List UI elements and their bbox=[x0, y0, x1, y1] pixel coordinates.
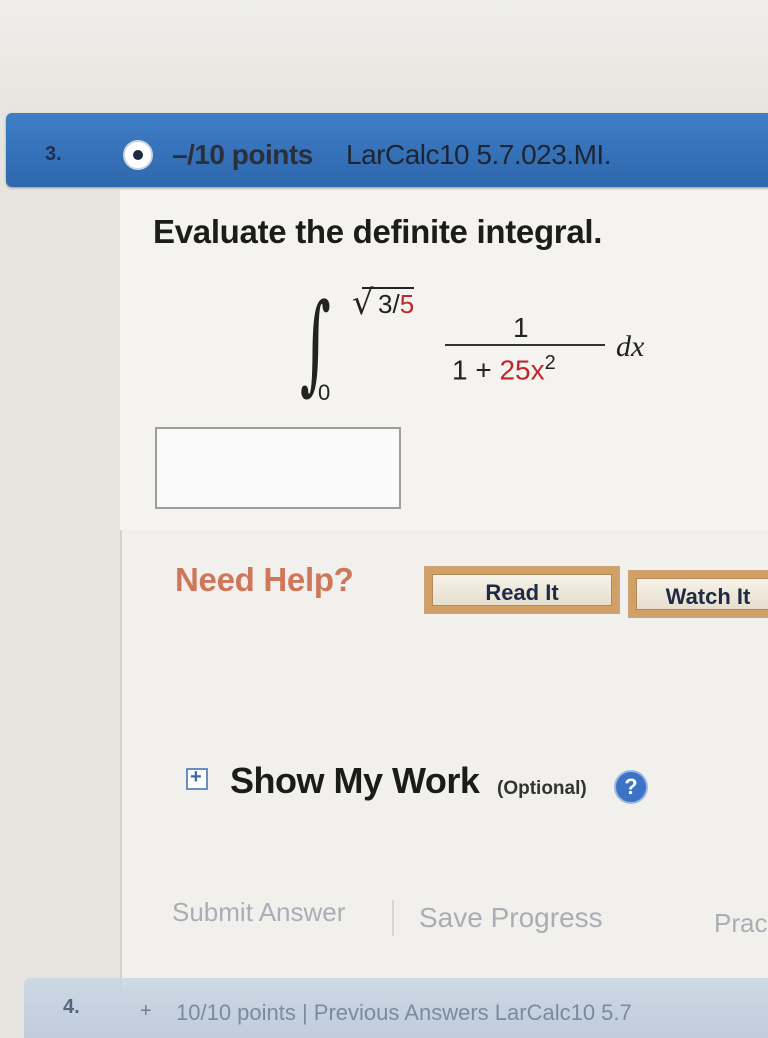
help-question-icon[interactable]: ? bbox=[614, 770, 648, 804]
watch-it-button[interactable]: Watch It bbox=[628, 570, 768, 618]
read-it-button[interactable]: Read It bbox=[424, 566, 620, 614]
next-question-number: 4. bbox=[63, 996, 80, 1018]
save-progress-button[interactable]: Save Progress bbox=[419, 902, 603, 934]
fraction-bar bbox=[445, 344, 605, 346]
optional-label: (Optional) bbox=[497, 778, 587, 799]
differential: dx bbox=[616, 330, 645, 363]
expand-plus-icon[interactable] bbox=[186, 766, 208, 790]
lower-limit: 0 bbox=[318, 380, 331, 405]
upper-limit: √ 3/5 bbox=[352, 283, 415, 323]
question-reference: LarCalc10 5.7.023.MI. bbox=[346, 139, 612, 170]
submit-answer-button[interactable]: Submit Answer bbox=[172, 897, 345, 928]
need-help-label: Need Help? bbox=[175, 561, 354, 598]
radical-icon: √ bbox=[352, 283, 374, 323]
practice-button[interactable]: Prac bbox=[714, 908, 767, 939]
fraction-numerator: 1 bbox=[513, 312, 529, 343]
question-points: –/10 points bbox=[172, 139, 313, 170]
fraction-denominator: 1 + 25x2 bbox=[452, 352, 556, 386]
page-background bbox=[0, 0, 768, 112]
divider bbox=[392, 900, 394, 936]
expand-circle-icon[interactable] bbox=[123, 140, 153, 170]
next-expand-icon[interactable]: + bbox=[140, 1000, 152, 1023]
question-number: 3. bbox=[45, 143, 62, 165]
next-question-summary: 10/10 points | Previous Answers LarCalc1… bbox=[176, 1000, 632, 1025]
answer-input[interactable] bbox=[155, 427, 401, 509]
show-my-work-title: Show My Work bbox=[230, 760, 480, 801]
question-prompt: Evaluate the definite integral. bbox=[153, 213, 603, 250]
